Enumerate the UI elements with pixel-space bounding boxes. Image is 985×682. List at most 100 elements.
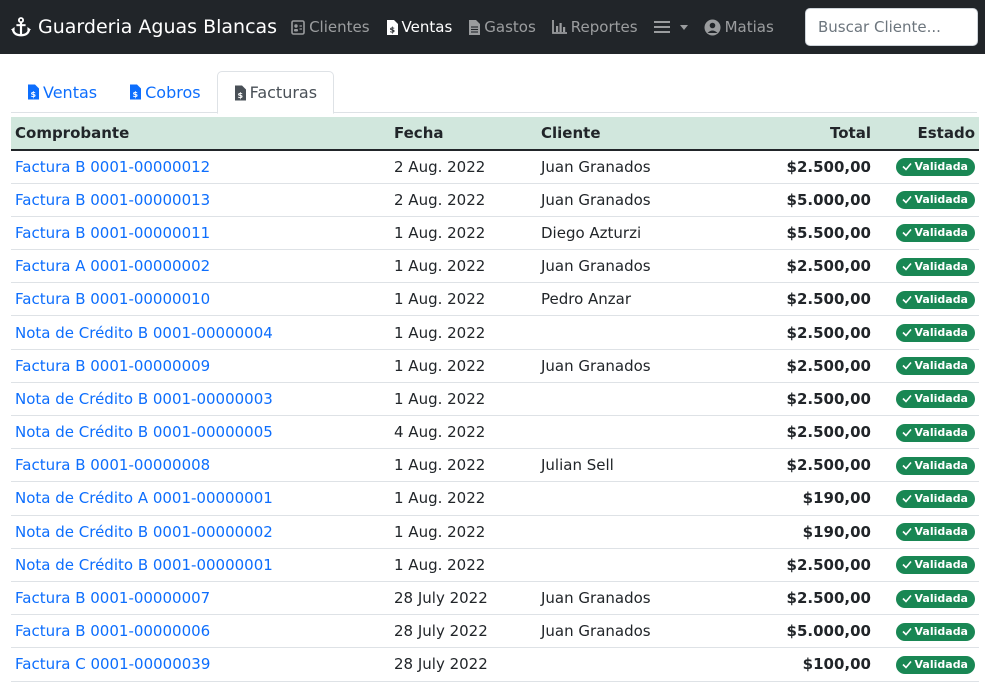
comprobante-link[interactable]: Nota de Crédito B 0001-00000005 xyxy=(11,416,390,449)
status-badge-label: Validada xyxy=(914,292,968,306)
check-icon xyxy=(901,428,912,437)
invoice-dollar-icon: $ xyxy=(386,19,398,35)
comprobante-link[interactable]: Factura B 0001-00000011 xyxy=(11,216,390,249)
search-input[interactable] xyxy=(805,8,978,46)
nav-ventas[interactable]: $ Ventas xyxy=(386,18,452,36)
table-row: Factura B 0001-00000007 28 July 2022 Juan … xyxy=(11,581,979,615)
status-badge: Validada xyxy=(895,158,975,177)
total-cell: $5.000,00 xyxy=(786,622,871,641)
comprobante-link[interactable]: Factura B 0001-00000008 xyxy=(11,449,390,482)
comprobante-link[interactable]: Nota de Crédito B 0001-00000001 xyxy=(11,548,390,581)
estado-cell: Validada xyxy=(875,183,979,216)
total-cell: $100,00 xyxy=(802,655,871,674)
status-badge-label: Validada xyxy=(914,591,968,605)
invoice-dollar-icon: $ xyxy=(234,85,246,100)
header-comprobante: Comprobante xyxy=(11,117,390,151)
status-badge-label: Validada xyxy=(914,160,968,174)
comprobante-link[interactable]: Factura B 0001-00000013 xyxy=(11,183,390,216)
svg-text:$: $ xyxy=(133,90,139,99)
nav-gastos[interactable]: Gastos xyxy=(468,18,536,36)
status-badge: Validada xyxy=(895,489,975,508)
estado-cell: Validada xyxy=(875,615,979,648)
tab-cobros[interactable]: $ Cobros xyxy=(113,71,216,113)
tab-facturas-label: Facturas xyxy=(249,83,318,102)
total-cell: $5.000,00 xyxy=(786,190,871,209)
comprobante-link[interactable]: Factura B 0001-00000009 xyxy=(11,349,390,382)
header-estado: Estado xyxy=(875,117,979,151)
fecha-cell: 1 Aug. 2022 xyxy=(394,257,486,276)
table-row: Factura A 0001-00000002 1 Aug. 2022 Juan G… xyxy=(11,250,979,283)
total-cell: $2.500,00 xyxy=(786,423,871,442)
status-badge: Validada xyxy=(895,556,975,575)
fecha-cell: 1 Aug. 2022 xyxy=(394,489,486,508)
comprobante-link[interactable]: Factura B 0001-00000010 xyxy=(11,283,390,316)
cliente-cell xyxy=(537,316,741,349)
nav-reportes-label: Reportes xyxy=(570,18,638,36)
nav-user-label: Matias xyxy=(724,18,774,36)
fecha-cell: 28 July 2022 xyxy=(394,622,488,641)
comprobante-link[interactable]: Nota de Crédito B 0001-00000004 xyxy=(11,316,390,349)
table-row: Nota de Crédito B 0001-00000004 1 Aug. 20… xyxy=(11,316,979,350)
nav-clientes-label: Clientes xyxy=(309,18,370,36)
table-row: Factura B 0001-00000013 2 Aug. 2022 Juan G… xyxy=(11,183,979,217)
nav-menu-dropdown[interactable] xyxy=(653,20,688,34)
status-badge: Validada xyxy=(895,191,975,210)
fecha-cell: 1 Aug. 2022 xyxy=(394,223,486,242)
hamburger-menu-icon xyxy=(653,21,670,33)
cliente-cell xyxy=(537,548,741,581)
nav-clientes[interactable]: Clientes xyxy=(291,18,370,36)
check-icon xyxy=(901,461,912,470)
comprobante-link[interactable]: Factura B 0001-00000012 xyxy=(11,150,390,183)
comprobante-link[interactable]: Factura B 0001-00000006 xyxy=(11,615,390,648)
file-text-icon xyxy=(469,19,481,35)
comprobante-link[interactable]: Factura C 0001-00000039 xyxy=(11,648,390,681)
total-cell: $190,00 xyxy=(802,522,871,541)
status-badge: Validada xyxy=(895,290,975,309)
check-icon xyxy=(901,229,912,238)
comprobante-link[interactable]: Nota de Crédito A 0001-00000001 xyxy=(11,482,390,515)
table-row: Factura B 0001-00000012 2 Aug. 2022 Juan G… xyxy=(11,150,979,184)
table-row: Factura B 0001-00000009 1 Aug. 2022 Juan G… xyxy=(11,349,979,383)
table-header-row: Comprobante Fecha Cliente Total Estado xyxy=(11,117,979,151)
check-icon xyxy=(901,494,912,503)
tab-facturas[interactable]: $ Facturas xyxy=(216,71,335,114)
status-badge: Validada xyxy=(895,257,975,276)
fecha-cell: 1 Aug. 2022 xyxy=(394,389,486,408)
comprobante-link[interactable]: Factura B 0001-00000007 xyxy=(11,581,390,614)
check-icon xyxy=(901,528,912,536)
check-icon xyxy=(901,594,912,603)
estado-cell: Validada xyxy=(875,449,979,482)
brand[interactable]: Guarderia Aguas Blancas xyxy=(10,16,277,38)
cliente-cell: Juan Granados xyxy=(541,622,651,641)
cliente-cell: Juan Granados xyxy=(541,356,651,375)
total-cell: $190,00 xyxy=(802,489,871,508)
tab-ventas[interactable]: $ Ventas xyxy=(11,71,113,113)
comprobante-link[interactable]: Nota de Crédito B 0001-00000003 xyxy=(11,382,390,415)
nav-user[interactable]: Matias xyxy=(704,18,774,36)
fecha-cell: 1 Aug. 2022 xyxy=(394,290,486,309)
invoice-dollar-icon: $ xyxy=(130,84,142,100)
cliente-cell: Juan Granados xyxy=(541,589,651,608)
comprobante-link[interactable]: Factura A 0001-00000002 xyxy=(11,250,390,283)
total-cell: $2.500,00 xyxy=(786,356,871,375)
header-fecha: Fecha xyxy=(390,117,537,151)
status-badge-label: Validada xyxy=(914,359,968,373)
user-circle-icon xyxy=(704,19,721,35)
status-badge: Validada xyxy=(895,357,975,376)
estado-cell: Validada xyxy=(875,349,979,382)
status-badge-label: Validada xyxy=(914,624,968,638)
svg-text:$: $ xyxy=(389,25,395,34)
cliente-cell: Julian Sell xyxy=(541,456,614,475)
table-row: Factura C 0001-00000039 28 July 2022 $100,… xyxy=(11,648,979,681)
nav-reportes[interactable]: Reportes xyxy=(551,18,638,36)
comprobante-link[interactable]: Nota de Crédito B 0001-00000002 xyxy=(11,515,390,548)
fecha-cell: 1 Aug. 2022 xyxy=(394,356,486,375)
check-icon xyxy=(901,262,912,271)
total-cell: $2.500,00 xyxy=(786,257,871,276)
check-icon xyxy=(901,627,912,636)
estado-cell: Validada xyxy=(875,416,979,449)
invoice-dollar-icon: $ xyxy=(28,84,39,100)
cliente-cell xyxy=(537,648,741,681)
fecha-cell: 28 July 2022 xyxy=(394,655,488,674)
fecha-cell: 1 Aug. 2022 xyxy=(394,555,486,574)
